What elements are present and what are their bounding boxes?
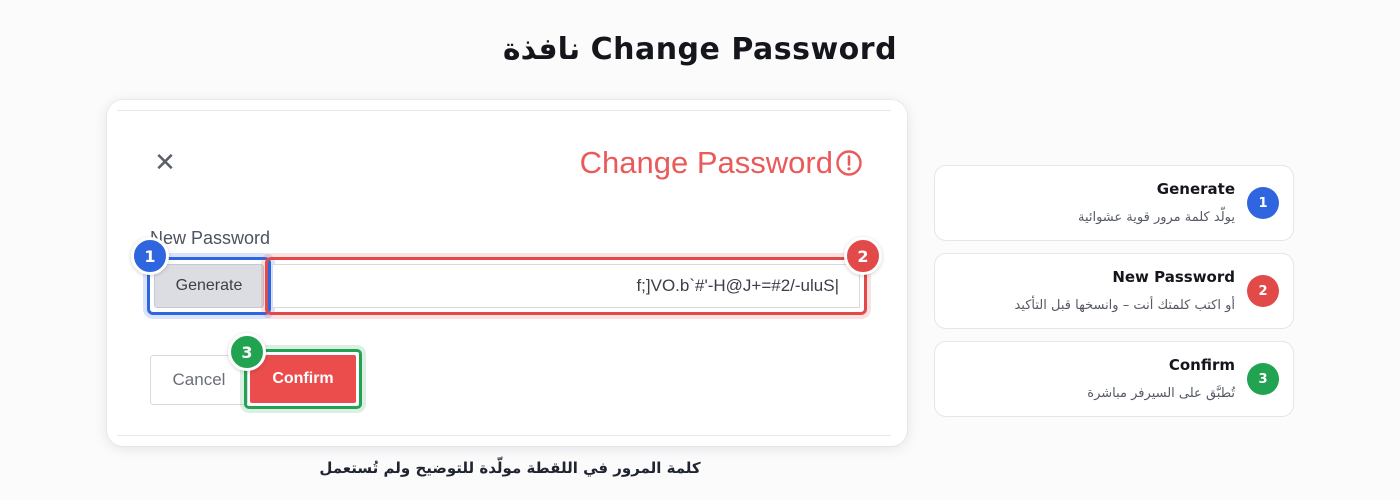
password-highlight: f;]VO.b`#'-H@J+=#2/-uluS| (265, 257, 867, 315)
close-icon[interactable]: ✕ (153, 150, 177, 176)
generate-button[interactable]: Generate (154, 264, 264, 308)
legend-description: أو اكتب كلمتك أنت – وانسخها قبل التأكيد (1014, 298, 1235, 313)
legend-title: Generate (1156, 180, 1235, 198)
page-title: نافذة Change Password (502, 32, 898, 67)
legend-number: 3 (1247, 363, 1279, 395)
dialog-header: Change Password (580, 145, 863, 181)
change-password-dialog: ✕ Change Password New Password Generate … (117, 110, 891, 436)
legend-card-confirm: 3 Confirm تُطبَّق على السيرفر مباشرة (934, 341, 1294, 417)
step-badge-2: 2 (844, 237, 882, 275)
legend-card-new-password: 2 New Password أو اكتب كلمتك أنت – وانسخ… (934, 253, 1294, 329)
screenshot-frame: ✕ Change Password New Password Generate … (107, 100, 907, 446)
legend-description: يولّد كلمة مرور قوية عشوائية (1077, 210, 1235, 225)
legend-title: New Password (1112, 268, 1235, 286)
step-badge-3: 3 (228, 333, 266, 371)
step-badge-1: 1 (131, 237, 169, 275)
legend-number: 2 (1247, 275, 1279, 307)
legend-number: 1 (1247, 187, 1279, 219)
confirm-button[interactable]: Confirm (250, 355, 356, 403)
legend-description: تُطبَّق على السيرفر مباشرة (1087, 386, 1235, 401)
dialog-title: Change Password (579, 145, 833, 180)
new-password-input[interactable]: f;]VO.b`#'-H@J+=#2/-uluS| (272, 264, 860, 308)
new-password-label: New Password (150, 228, 271, 248)
alert-circle-icon (836, 150, 862, 176)
legend-title: Confirm (1168, 356, 1235, 374)
caption: كلمة المرور في اللقطة مولّدة للتوضيح ولم… (319, 459, 701, 477)
legend-card-generate: 1 Generate يولّد كلمة مرور قوية عشوائية (934, 165, 1294, 241)
